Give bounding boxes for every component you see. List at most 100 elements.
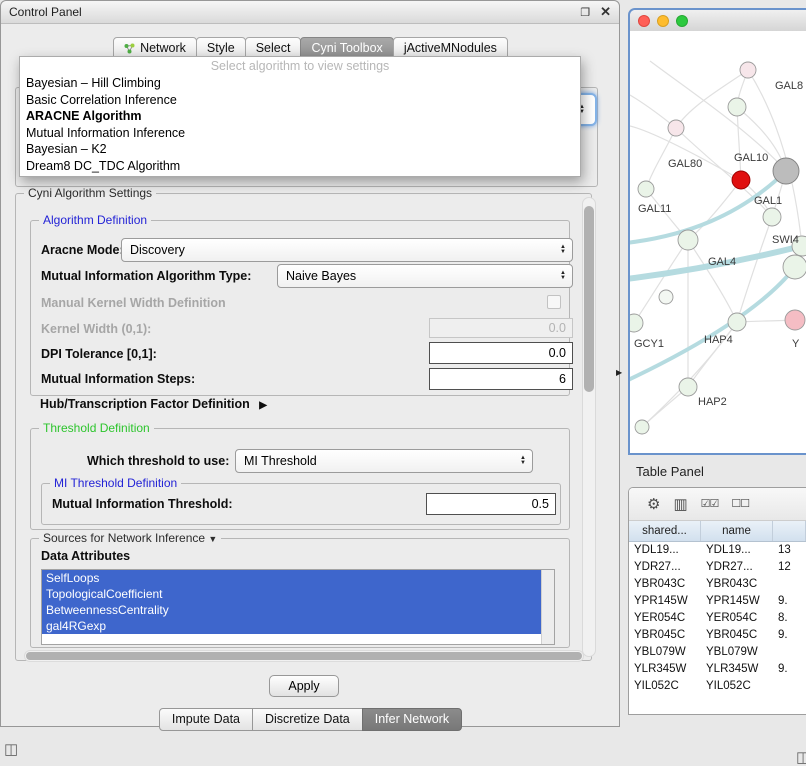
table-row[interactable]: YLR345W YLR345W 9. <box>629 661 806 678</box>
cell: 9. <box>773 661 806 678</box>
table-panel-title: Table Panel <box>636 464 704 479</box>
table-row[interactable]: YIL052C YIL052C <box>629 678 806 695</box>
network-node[interactable] <box>630 314 643 332</box>
network-node[interactable] <box>763 208 781 226</box>
node-label: GAL4 <box>708 256 736 268</box>
mi-steps-field[interactable]: 6 <box>429 368 573 390</box>
dock-panel-icon[interactable]: ◫ <box>796 748 806 766</box>
panel-resize-arrow[interactable]: ▶ <box>616 368 622 377</box>
dropdown-item[interactable]: Mutual Information Inference <box>20 125 580 142</box>
sources-title-text: Sources for Network Inference <box>43 531 205 545</box>
column-header-3[interactable] <box>773 521 806 541</box>
tab-discretize-data[interactable]: Discretize Data <box>252 708 363 731</box>
tab-impute-data[interactable]: Impute Data <box>159 708 253 731</box>
table-row[interactable]: YBL079W YBL079W <box>629 644 806 661</box>
cell: YDR27... <box>629 559 701 576</box>
network-node-labels: GAL8 GAL80 GAL10 GAL11 GAL1 SWI4 GAL4 GC… <box>634 80 803 408</box>
which-threshold-select[interactable]: MI Threshold ▲ ▼ <box>235 449 533 473</box>
dpi-tolerance-field[interactable]: 0.0 <box>429 342 573 364</box>
mi-threshold-label: Mutual Information Threshold: <box>52 497 233 511</box>
kernel-width-label: Kernel Width (0,1): <box>41 322 151 336</box>
network-node[interactable] <box>728 313 746 331</box>
cell: 9. <box>773 593 806 610</box>
table-row[interactable]: YPR145W YPR145W 9. <box>629 593 806 610</box>
table-body: YDL19... YDL19... 13 YDR27... YDR27... 1… <box>629 542 806 695</box>
table-row[interactable]: YBR043C YBR043C <box>629 576 806 593</box>
network-tab-icon <box>124 43 135 54</box>
network-node[interactable] <box>659 290 673 304</box>
network-canvas[interactable]: GAL8 GAL80 GAL10 GAL11 GAL1 SWI4 GAL4 GC… <box>630 31 806 455</box>
hub-transcription-factor-section[interactable]: Hub/Transcription Factor Definition ▶ <box>40 397 267 411</box>
table-row[interactable]: YDR27... YDR27... 12 <box>629 559 806 576</box>
minimize-traffic-light[interactable] <box>657 15 669 27</box>
list-item[interactable]: BetweennessCentrality <box>42 602 554 618</box>
tab-label: Infer Network <box>375 712 449 726</box>
network-node[interactable] <box>638 181 654 197</box>
cell: YIL052C <box>629 678 701 695</box>
tab-infer-network[interactable]: Infer Network <box>362 708 462 731</box>
horizontal-scroll-thumb[interactable] <box>26 652 582 660</box>
mi-threshold-field[interactable]: 0.5 <box>426 493 556 515</box>
network-node[interactable] <box>740 62 756 78</box>
mi-steps-value: 6 <box>559 372 566 386</box>
deselect-all-icon[interactable]: ☐☐ <box>731 497 749 512</box>
data-attributes-list[interactable]: SelfLoops TopologicalCoefficient Between… <box>41 569 555 645</box>
close-icon[interactable]: ✕ <box>600 4 611 20</box>
hub-section-label: Hub/Transcription Factor Definition <box>40 397 250 411</box>
list-item[interactable]: TopologicalCoefficient <box>42 586 554 602</box>
data-attributes-label: Data Attributes <box>41 549 130 563</box>
network-view-window: GAL8 GAL80 GAL10 GAL11 GAL1 SWI4 GAL4 GC… <box>628 8 806 455</box>
combo-down-arrow: ▼ <box>520 461 526 466</box>
network-node[interactable] <box>783 255 806 279</box>
network-nodes[interactable] <box>630 62 806 434</box>
cell: YDL19... <box>629 542 701 559</box>
list-scrollbar[interactable] <box>541 570 554 644</box>
float-window-icon[interactable]: ❐ <box>580 6 590 19</box>
dpi-tolerance-label: DPI Tolerance [0,1]: <box>41 347 157 361</box>
list-item[interactable]: SelfLoops <box>42 570 554 586</box>
column-header-name[interactable]: name <box>701 521 773 541</box>
apply-button[interactable]: Apply <box>269 675 339 697</box>
dropdown-item[interactable]: Bayesian – Hill Climbing <box>20 75 580 92</box>
network-node[interactable] <box>728 98 746 116</box>
table-row[interactable]: YDL19... YDL19... 13 <box>629 542 806 559</box>
expand-down-icon[interactable]: ▼ <box>208 534 217 544</box>
columns-icon[interactable]: ▥ <box>673 497 687 512</box>
aracne-mode-select[interactable]: Discovery ▲ ▼ <box>121 238 573 262</box>
dropdown-item[interactable]: Dream8 DC_TDC Algorithm <box>20 158 580 175</box>
sources-group-title[interactable]: Sources for Network Inference ▼ <box>39 531 221 545</box>
cell: YBR045C <box>629 627 701 644</box>
settings-horizontal-scrollbar[interactable] <box>24 650 584 662</box>
vertical-scroll-thumb[interactable] <box>584 206 594 392</box>
control-panel-window: Control Panel ❐ ✕ Network Style Select C… <box>0 0 620 727</box>
mi-algorithm-type-value: Naive Bayes <box>286 269 554 283</box>
expand-right-icon[interactable]: ▶ <box>259 400 267 411</box>
settings-vertical-scrollbar[interactable] <box>582 197 596 657</box>
network-node[interactable] <box>635 420 649 434</box>
network-node[interactable] <box>679 378 697 396</box>
table-row[interactable]: YBR045C YBR045C 9. <box>629 627 806 644</box>
network-node-gal-hub[interactable] <box>773 158 799 184</box>
table-row[interactable]: YER054C YER054C 8. <box>629 610 806 627</box>
network-node-gal10-selected[interactable] <box>732 171 750 189</box>
zoom-traffic-light[interactable] <box>676 15 688 27</box>
dropdown-item[interactable]: Basic Correlation Inference <box>20 92 580 109</box>
threshold-definition-title: Threshold Definition <box>39 421 154 435</box>
select-all-icon[interactable]: ☑☑ <box>701 497 719 512</box>
network-node[interactable] <box>678 230 698 250</box>
cell <box>773 576 806 593</box>
node-label: GAL1 <box>754 195 782 207</box>
cell: 8. <box>773 610 806 627</box>
dock-panel-icon[interactable]: ◫ <box>4 740 18 758</box>
network-node[interactable] <box>668 120 684 136</box>
close-traffic-light[interactable] <box>638 15 650 27</box>
column-header-shared-name[interactable]: shared... <box>629 521 701 541</box>
gear-icon[interactable]: ⚙ <box>647 497 660 512</box>
cell: YBR043C <box>701 576 773 593</box>
list-item[interactable]: gal4RGexp <box>42 618 554 634</box>
dropdown-item[interactable]: Bayesian – K2 <box>20 141 580 158</box>
network-node[interactable] <box>785 310 805 330</box>
apply-button-label: Apply <box>288 679 319 693</box>
dropdown-item-selected[interactable]: ARACNE Algorithm <box>20 108 580 125</box>
mi-algorithm-type-select[interactable]: Naive Bayes ▲ ▼ <box>277 264 573 288</box>
